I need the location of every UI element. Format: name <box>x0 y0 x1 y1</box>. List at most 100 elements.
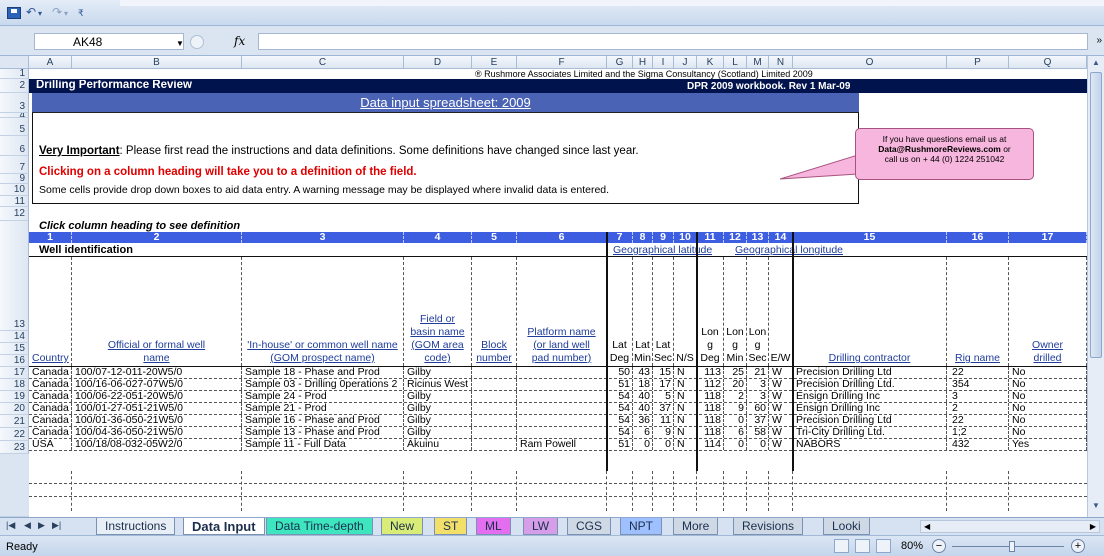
row-header-1[interactable]: 1 <box>0 69 29 79</box>
next-sheet-icon[interactable]: ▶ <box>38 520 45 531</box>
column-number-5[interactable]: 5 <box>472 232 517 243</box>
sheet-tab-instructions[interactable]: Instructions <box>96 518 176 535</box>
column-number-7[interactable]: 7 <box>607 232 633 243</box>
column-header-h[interactable]: H <box>633 56 653 69</box>
field-header-col-10[interactable]: N/S <box>674 257 697 366</box>
cell-lon-deg[interactable]: 112 <box>697 379 724 390</box>
cell-ew[interactable]: W <box>769 367 793 378</box>
cell-block[interactable] <box>472 427 517 438</box>
field-header-col-3[interactable]: 'In-house' or common well name (GOM prosp… <box>242 257 404 366</box>
insert-function-button[interactable]: fx <box>234 34 245 48</box>
row-header-6[interactable]: 6 <box>0 136 29 156</box>
cell-lon-sec[interactable]: 60 <box>747 403 769 414</box>
cell-lat-deg[interactable]: 51 <box>607 439 633 450</box>
row-header-20[interactable]: 20 <box>0 403 29 415</box>
callout-email[interactable]: Data@RushmoreReviews.com <box>878 144 1001 154</box>
cell-lon-deg[interactable]: 118 <box>697 415 724 426</box>
row-header-22[interactable]: 22 <box>0 428 29 441</box>
sheet-tab-revisions[interactable]: Revisions <box>733 518 804 535</box>
scroll-down-icon[interactable]: ▼ <box>1090 501 1102 513</box>
row-header-3[interactable]: 3 <box>0 93 29 113</box>
cell-contractor[interactable]: Precision Drilling Ltd. <box>793 379 947 390</box>
cell-official[interactable]: 100/04-36-050-21W5/0 <box>72 427 242 438</box>
cell-field[interactable]: Gilby <box>404 415 472 426</box>
cell-lon-min[interactable]: 0 <box>724 415 747 426</box>
customize-toolbar-icon[interactable]: ₹ <box>78 8 84 19</box>
cell-lon-sec[interactable]: 3 <box>747 379 769 390</box>
column-header-i[interactable]: I <box>653 56 674 69</box>
cell-lat-deg[interactable]: 54 <box>607 415 633 426</box>
first-sheet-icon[interactable]: |◀ <box>6 520 15 531</box>
field-header-col-5[interactable]: Block number <box>472 257 517 366</box>
undo-dropdown-icon[interactable]: ▾ <box>38 9 42 18</box>
cell-official[interactable]: 100/07-12-011-20W5/0 <box>72 367 242 378</box>
cell-lon-deg[interactable]: 118 <box>697 391 724 402</box>
column-number-4[interactable]: 4 <box>404 232 472 243</box>
cell-inhouse[interactable]: Sample 16 - Phase and Prod <box>242 415 404 426</box>
vertical-scroll-thumb[interactable] <box>1090 72 1102 358</box>
zoom-level[interactable]: 80% <box>901 540 923 552</box>
cell-rig[interactable]: 1;2 <box>947 427 1009 438</box>
column-number-1[interactable]: 1 <box>29 232 72 243</box>
column-number-8[interactable]: 8 <box>633 232 653 243</box>
cell-country[interactable]: Canada <box>29 427 72 438</box>
column-header-g[interactable]: G <box>607 56 633 69</box>
cell-lon-min[interactable]: 2 <box>724 391 747 402</box>
cell-lat-min[interactable]: 18 <box>633 379 653 390</box>
cell-country[interactable]: Canada <box>29 379 72 390</box>
cell-platform[interactable] <box>517 379 607 390</box>
cell-block[interactable] <box>472 391 517 402</box>
cell-ns[interactable]: N <box>674 403 697 414</box>
zoom-slider-thumb[interactable] <box>1009 541 1015 552</box>
cell-inhouse[interactable]: Sample 11 - Full Data <box>242 439 404 450</box>
cell-lat-sec[interactable]: 5 <box>653 391 674 402</box>
cell-field[interactable]: Gilby <box>404 403 472 414</box>
scroll-right-icon[interactable]: ▶ <box>1090 522 1096 531</box>
page-break-view-icon[interactable] <box>876 539 891 553</box>
column-header-c[interactable]: C <box>242 56 404 69</box>
zoom-slider-track[interactable] <box>952 546 1064 547</box>
sheet-tab-ml[interactable]: ML <box>476 518 511 535</box>
cell-lon-deg[interactable]: 118 <box>697 427 724 438</box>
column-number-6[interactable]: 6 <box>517 232 607 243</box>
cell-lat-deg[interactable]: 54 <box>607 403 633 414</box>
expand-formula-bar-icon[interactable]: » <box>1096 35 1102 46</box>
cell-ew[interactable]: W <box>769 379 793 390</box>
zoom-out-icon[interactable]: − <box>932 539 946 553</box>
row-header-21[interactable]: 21 <box>0 415 29 428</box>
cell-ns[interactable]: N <box>674 379 697 390</box>
cell-lat-sec[interactable]: 17 <box>653 379 674 390</box>
cell-lon-sec[interactable]: 3 <box>747 391 769 402</box>
cell-rig[interactable]: 22 <box>947 367 1009 378</box>
redo-icon[interactable]: ↷ <box>52 5 62 19</box>
cell-rig[interactable]: 2 <box>947 403 1009 414</box>
column-number-14[interactable]: 14 <box>769 232 793 243</box>
empty-row-21[interactable] <box>29 471 1087 484</box>
cell-lon-deg[interactable]: 114 <box>697 439 724 450</box>
cell-lat-deg[interactable]: 54 <box>607 391 633 402</box>
save-icon[interactable] <box>7 7 21 19</box>
column-header-p[interactable]: P <box>947 56 1009 69</box>
field-header-col-13[interactable]: Lon g Sec <box>747 257 769 366</box>
cell-country[interactable]: Canada <box>29 391 72 402</box>
cell-owner[interactable]: No <box>1009 367 1087 378</box>
page-layout-view-icon[interactable] <box>855 539 870 553</box>
field-header-col-9[interactable]: Lat Sec <box>653 257 674 366</box>
field-header-col-8[interactable]: Lat Min <box>633 257 653 366</box>
column-number-9[interactable]: 9 <box>653 232 674 243</box>
cell-field[interactable]: Ricinus West <box>404 379 472 390</box>
empty-row-23[interactable] <box>29 497 1087 510</box>
empty-row-22[interactable] <box>29 484 1087 497</box>
cell-block[interactable] <box>472 367 517 378</box>
cell-lon-sec[interactable]: 21 <box>747 367 769 378</box>
cell-rig[interactable]: 432 <box>947 439 1009 450</box>
row-header-23[interactable]: 23 <box>0 441 29 454</box>
cell-contractor[interactable]: Precision Drilling Ltd <box>793 367 947 378</box>
cell-lat-min[interactable]: 43 <box>633 367 653 378</box>
cell-ns[interactable]: N <box>674 427 697 438</box>
cell-platform[interactable] <box>517 415 607 426</box>
row-header-15[interactable]: 15 <box>0 343 29 355</box>
zoom-in-icon[interactable]: + <box>1071 539 1085 553</box>
cell-lat-min[interactable]: 40 <box>633 403 653 414</box>
cell-rig[interactable]: 22 <box>947 415 1009 426</box>
